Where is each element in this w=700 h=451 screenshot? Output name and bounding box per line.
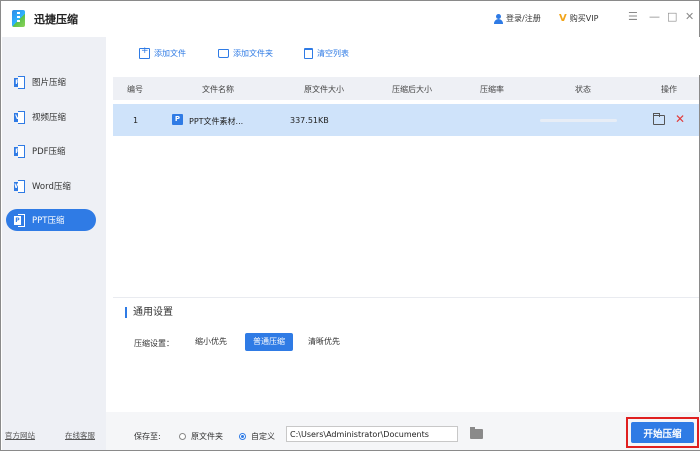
pdf-compress-icon: P: [14, 145, 25, 158]
column-header: 状态: [575, 85, 591, 94]
user-icon: [494, 13, 503, 24]
app-logo-icon: [12, 10, 25, 27]
column-header: 压缩后大小: [392, 85, 432, 94]
remove-file-icon[interactable]: ✕: [675, 112, 685, 126]
row-index: 1: [133, 116, 139, 125]
file-table-header: 编号 文件名称 原文件大小 压缩后大小 压缩率 状态 操作: [113, 77, 699, 100]
sidebar: P 图片压缩 V 视频压缩 P PDF压缩 W Word压缩 P PPT压缩: [2, 37, 106, 450]
login-button[interactable]: 登录/注册: [494, 13, 541, 24]
general-settings-panel: 通用设置 压缩设置： 缩小优先 普通压缩 清晰优先: [113, 297, 699, 411]
add-file-label: 添加文件: [154, 49, 186, 58]
column-header: 编号: [127, 85, 143, 94]
radio-original-folder[interactable]: 原文件夹: [179, 431, 223, 442]
add-folder-icon: [218, 49, 229, 58]
sidebar-item-ppt[interactable]: P PPT压缩: [6, 209, 96, 231]
app-window: 迅捷压缩 登录/注册 V 购买VIP ☰ — □ ✕ P 图片压缩 V 视频压缩…: [0, 0, 700, 451]
vip-label: 购买VIP: [569, 14, 599, 23]
radio-label: 自定义: [251, 432, 275, 441]
close-icon[interactable]: ✕: [685, 11, 694, 23]
radio-dot: [239, 433, 246, 440]
option-size-priority[interactable]: 缩小优先: [191, 333, 231, 351]
official-website-link[interactable]: 官方网站: [5, 430, 35, 441]
sidebar-item-label: Word压缩: [32, 182, 71, 192]
sidebar-item-label: 视频压缩: [32, 113, 67, 123]
vip-icon: V: [559, 13, 567, 24]
start-compress-button[interactable]: 开始压缩: [631, 422, 694, 443]
start-button-highlight: 开始压缩: [626, 417, 699, 448]
word-compress-icon: W: [14, 180, 25, 193]
column-header: 压缩率: [480, 85, 504, 94]
buy-vip-button[interactable]: V 购买VIP: [559, 13, 598, 24]
save-to-label: 保存至:: [134, 432, 161, 441]
ppt-compress-icon: P: [14, 214, 25, 227]
browse-folder-icon[interactable]: [470, 427, 483, 439]
image-compress-icon: P: [14, 76, 25, 89]
sidebar-item-pdf[interactable]: P PDF压缩: [6, 140, 96, 162]
menu-icon[interactable]: ☰: [628, 11, 638, 23]
option-clarity-priority[interactable]: 清晰优先: [304, 333, 344, 351]
ppt-file-icon: P: [172, 114, 183, 125]
original-size: 337.51KB: [290, 116, 329, 125]
add-folder-label: 添加文件夹: [233, 49, 273, 58]
trash-icon: [304, 48, 313, 59]
clear-list-button[interactable]: 清空列表: [304, 48, 349, 59]
progress-bar: [540, 119, 617, 122]
sidebar-item-label: PPT压缩: [32, 216, 65, 226]
compress-settings-label: 压缩设置：: [134, 339, 174, 348]
settings-title: 通用设置: [125, 307, 173, 318]
online-support-link[interactable]: 在线客服: [65, 430, 95, 441]
add-file-icon: [139, 46, 150, 59]
option-normal-compress[interactable]: 普通压缩: [245, 333, 293, 351]
column-header: 操作: [661, 85, 677, 94]
radio-label: 原文件夹: [191, 432, 223, 441]
add-file-button[interactable]: 添加文件: [139, 46, 186, 59]
video-compress-icon: V: [14, 111, 25, 124]
save-path-input[interactable]: [286, 426, 458, 442]
sidebar-item-label: 图片压缩: [32, 78, 67, 88]
file-name: PPT文件素材...: [189, 117, 244, 126]
title-bar: 迅捷压缩 登录/注册 V 购买VIP ☰ — □ ✕: [1, 1, 699, 37]
maximize-icon[interactable]: □: [667, 11, 677, 23]
sidebar-item-video[interactable]: V 视频压缩: [6, 106, 96, 128]
sidebar-item-image[interactable]: P 图片压缩: [6, 71, 96, 93]
add-folder-button[interactable]: 添加文件夹: [218, 48, 273, 59]
toolbar: 添加文件 添加文件夹 清空列表: [106, 37, 700, 75]
column-header: 文件名称: [202, 85, 234, 94]
app-title: 迅捷压缩: [34, 13, 78, 26]
clear-list-label: 清空列表: [317, 49, 349, 58]
sidebar-item-label: PDF压缩: [32, 147, 66, 157]
column-header: 原文件大小: [304, 85, 344, 94]
sidebar-item-word[interactable]: W Word压缩: [6, 175, 96, 197]
radio-custom-folder[interactable]: 自定义: [239, 431, 275, 442]
minimize-icon[interactable]: —: [649, 11, 660, 23]
login-label: 登录/注册: [506, 14, 541, 23]
table-row[interactable]: 1 P PPT文件素材... 337.51KB ✕: [113, 104, 699, 136]
radio-dot: [179, 433, 186, 440]
bottom-bar: 保存至: 原文件夹 自定义 开始压缩: [106, 412, 700, 450]
open-folder-icon[interactable]: [653, 113, 665, 125]
